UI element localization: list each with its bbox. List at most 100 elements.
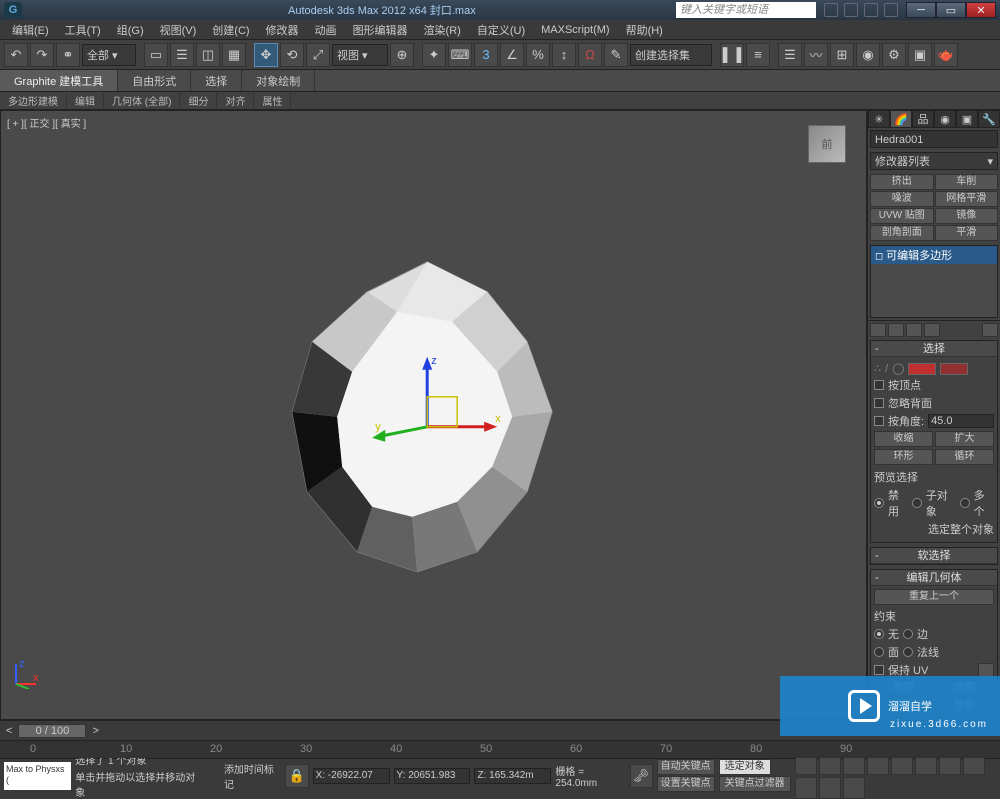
- spinner-snap-button[interactable]: ↕: [552, 43, 576, 67]
- menu-views[interactable]: 视图(V): [152, 22, 205, 38]
- btn-repeat-last[interactable]: 重复上一个: [874, 589, 994, 605]
- move-button[interactable]: ✥: [254, 43, 278, 67]
- pin-stack-icon[interactable]: [870, 323, 886, 337]
- radio-c-face[interactable]: [874, 647, 884, 657]
- autokey-button[interactable]: 自动关键点: [657, 759, 715, 775]
- menu-modifiers[interactable]: 修改器: [258, 22, 307, 38]
- quick-smooth[interactable]: 平滑: [935, 225, 999, 241]
- comm-icon[interactable]: [864, 3, 878, 17]
- menu-customize[interactable]: 自定义(U): [469, 22, 533, 38]
- quick-meshsmooth[interactable]: 网格平滑: [935, 191, 999, 207]
- snap-button[interactable]: 3: [474, 43, 498, 67]
- setkey-button[interactable]: 设置关键点: [657, 776, 715, 792]
- ribbon-tab-paint[interactable]: 对象绘制: [242, 70, 315, 91]
- rollout-selection-header[interactable]: 选择: [871, 341, 997, 357]
- key-filters-button[interactable]: 关键点过滤器: [719, 776, 791, 792]
- pivot-button[interactable]: ⊕: [390, 43, 414, 67]
- minimize-button[interactable]: ─: [906, 2, 936, 18]
- object-name-field[interactable]: Hedra001: [870, 130, 998, 148]
- ribbon-panel-props[interactable]: 属性: [254, 93, 291, 108]
- modifier-stack[interactable]: ◻ 可编辑多边形: [870, 245, 998, 318]
- modifier-list-drop[interactable]: 修改器列表▾: [870, 152, 998, 170]
- preserve-uv-settings-icon[interactable]: [978, 663, 994, 677]
- quick-bevel[interactable]: 剖角剖面: [870, 225, 934, 241]
- btn-ring[interactable]: 环形: [874, 449, 933, 465]
- maxscript-listener[interactable]: Max to Physxs (: [4, 762, 71, 790]
- link-button[interactable]: ⚭: [56, 43, 80, 67]
- select-region-button[interactable]: ◫: [196, 43, 220, 67]
- tab-hierarchy[interactable]: 品: [912, 110, 934, 128]
- menu-create[interactable]: 创建(C): [204, 22, 257, 38]
- menu-help[interactable]: 帮助(H): [618, 22, 671, 38]
- ribbon-tab-graphite[interactable]: Graphite 建模工具: [0, 70, 118, 91]
- chk-byvertex[interactable]: [874, 380, 884, 390]
- radio-preview-off[interactable]: [874, 498, 884, 508]
- coord-y[interactable]: Y: 20651.983: [394, 768, 471, 784]
- menu-grapheditors[interactable]: 图形编辑器: [345, 22, 416, 38]
- scene-object[interactable]: z x y: [257, 252, 597, 592]
- btn-loop[interactable]: 循环: [935, 449, 994, 465]
- ribbon-panel-align[interactable]: 对齐: [217, 93, 254, 108]
- ribbon-panel-polymodel[interactable]: 多边形建模: [0, 93, 67, 108]
- chk-byangle[interactable]: [874, 416, 884, 426]
- chk-preserve-uv[interactable]: [874, 665, 884, 675]
- tab-modify[interactable]: 🌈: [890, 110, 912, 128]
- edit-named-sel-button[interactable]: ✎: [604, 43, 628, 67]
- rotate-button[interactable]: ⟲: [280, 43, 304, 67]
- stack-item-editpoly[interactable]: ◻ 可编辑多边形: [871, 246, 997, 264]
- select-button[interactable]: ▭: [144, 43, 168, 67]
- coord-x[interactable]: X: -26922.07: [313, 768, 390, 784]
- percent-snap-button[interactable]: %: [526, 43, 550, 67]
- lock-selection-icon[interactable]: 🔒: [285, 764, 308, 788]
- close-button[interactable]: ✕: [966, 2, 996, 18]
- selection-filter-drop[interactable]: 全部 ▾: [82, 44, 136, 66]
- menu-edit[interactable]: 编辑(E): [4, 22, 57, 38]
- radio-preview-sub[interactable]: [912, 498, 921, 508]
- magnet-icon[interactable]: Ω: [578, 43, 602, 67]
- subobj-edge-icon[interactable]: /: [885, 363, 888, 375]
- tab-display[interactable]: ▣: [956, 110, 978, 128]
- btn-grow[interactable]: 扩大: [935, 431, 994, 447]
- ribbon-panel-subdiv[interactable]: 细分: [180, 93, 217, 108]
- radio-c-normal[interactable]: [903, 647, 913, 657]
- tab-create[interactable]: ✳: [868, 110, 890, 128]
- nav-fov-icon[interactable]: [819, 777, 841, 799]
- angle-spinner[interactable]: 45.0: [928, 414, 994, 428]
- key-icon[interactable]: 🗝: [630, 764, 653, 788]
- coord-z[interactable]: Z: 165.342m: [474, 768, 551, 784]
- render-button[interactable]: 🫖: [934, 43, 958, 67]
- show-end-icon[interactable]: [888, 323, 904, 337]
- help-icon[interactable]: [884, 3, 898, 17]
- menu-animation[interactable]: 动画: [307, 22, 345, 38]
- radio-preview-multi[interactable]: [960, 498, 969, 508]
- nav-zoomext-icon[interactable]: [795, 777, 817, 799]
- quick-extrude[interactable]: 挤出: [870, 174, 934, 190]
- angle-snap-button[interactable]: ∠: [500, 43, 524, 67]
- subobj-element-icon[interactable]: [940, 363, 968, 375]
- tab-utilities[interactable]: 🔧: [978, 110, 1000, 128]
- btn-shrink[interactable]: 收缩: [874, 431, 933, 447]
- add-time-tag[interactable]: 添加时间标记: [224, 761, 282, 791]
- menu-rendering[interactable]: 渲染(R): [416, 22, 469, 38]
- infocenter-icon[interactable]: [824, 3, 838, 17]
- viewport-label[interactable]: [ + ][ 正交 ][ 真实 ]: [7, 115, 86, 130]
- ref-coord-drop[interactable]: 视图 ▾: [332, 44, 388, 66]
- viewport[interactable]: [ + ][ 正交 ][ 真实 ] 前 z: [0, 110, 867, 720]
- time-slider-thumb[interactable]: 0 / 100: [18, 724, 86, 738]
- subobj-vertex-icon[interactable]: ∴: [874, 362, 881, 375]
- rollout-softsel-header[interactable]: 软选择: [871, 548, 997, 564]
- track-bar[interactable]: 0 10 20 30 40 50 60 70 80 90: [0, 740, 1000, 758]
- quick-noise[interactable]: 噪波: [870, 191, 934, 207]
- radio-c-edge[interactable]: [903, 629, 913, 639]
- quick-lathe[interactable]: 车削: [935, 174, 999, 190]
- rollout-editgeom-header[interactable]: 编辑几何体: [871, 570, 997, 586]
- subobj-border-icon[interactable]: ◯: [892, 362, 904, 375]
- sel-locked-drop[interactable]: 选定对象: [719, 759, 771, 775]
- chk-ignoreback[interactable]: [874, 398, 884, 408]
- nav-maxview-icon[interactable]: [843, 777, 865, 799]
- render-setup-button[interactable]: ⚙: [882, 43, 906, 67]
- radio-c-none[interactable]: [874, 629, 884, 639]
- ribbon-panel-geom[interactable]: 几何体 (全部): [104, 93, 180, 108]
- select-name-button[interactable]: ☰: [170, 43, 194, 67]
- named-selection-drop[interactable]: 创建选择集: [630, 44, 712, 66]
